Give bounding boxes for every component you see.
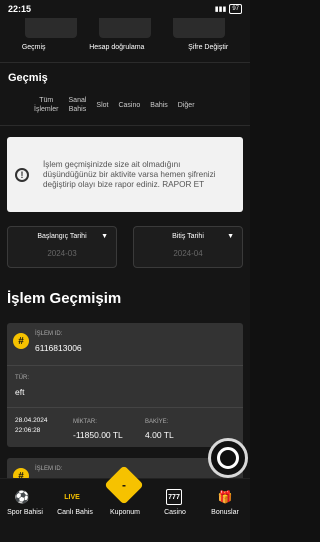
nav-casino[interactable]: Casino — [150, 509, 200, 516]
warning-icon: ! — [15, 167, 29, 182]
end-date-select[interactable]: Bitiş Tarihi ▼ 2024-04 — [133, 226, 243, 268]
transaction-date: 28.04.2024 — [15, 417, 48, 424]
account-top-nav: Geçmiş Hesap doğrulama Şifre Değiştir — [0, 18, 250, 58]
gift-icon: 🎁 — [217, 490, 233, 504]
verification-tile[interactable] — [99, 18, 151, 38]
chevron-down-icon: ▼ — [101, 233, 108, 240]
bottom-nav: ⚽ Spor Bahisi LIVE Canlı Bahis - Kuponum… — [0, 465, 250, 542]
page-heading: İşlem Geçmişim — [7, 290, 122, 307]
coupon-icon[interactable]: - — [104, 465, 144, 505]
notice-text[interactable]: İşlem geçmişinizde size ait olmadığını d… — [43, 160, 235, 190]
history-tile[interactable] — [25, 18, 77, 38]
transaction-type: eft — [15, 387, 25, 397]
id-label: İŞLEM ID: — [35, 466, 63, 472]
id-label: İŞLEM ID: — [35, 331, 63, 337]
history-tabs: Tüm İşlemler Sanal Bahis Slot Casino Bahis… — [0, 96, 250, 114]
transaction-id: 6116813006 — [35, 343, 82, 353]
nav-sports[interactable]: Spor Bahisi — [0, 509, 50, 516]
transaction-time: 22:06:28 — [15, 427, 41, 434]
divider — [0, 125, 250, 126]
signal-icon: ▮▮▮ — [214, 6, 227, 13]
security-notice: ! İşlem geçmişinizde size ait olmadığını… — [7, 137, 243, 212]
section-title: Geçmiş — [8, 72, 48, 84]
tab-other[interactable]: Diğer — [178, 101, 195, 114]
nav-history[interactable]: Geçmiş — [22, 44, 46, 51]
tab-all[interactable]: Tüm İşlemler — [34, 96, 59, 114]
transaction-amount: -11850.00 TL — [73, 430, 123, 440]
hash-icon: # — [13, 333, 29, 349]
battery-icon: 97 — [229, 4, 242, 14]
tab-virtual[interactable]: Sanal Bahis — [69, 96, 87, 114]
transaction-card: # İŞLEM ID: 6116813006 TÜR: eft 28.04.20… — [7, 323, 243, 447]
end-date-value: 2024-04 — [173, 249, 203, 258]
status-time: 22:15 — [8, 4, 32, 14]
status-icons: ▮▮▮ 97 — [215, 4, 242, 14]
start-date-value: 2024-03 — [47, 249, 77, 258]
divider — [0, 62, 250, 63]
tab-casino[interactable]: Casino — [118, 101, 140, 114]
slot-icon: 777 — [166, 489, 182, 505]
soccer-ball-icon: ⚽ — [14, 490, 30, 504]
tab-bet[interactable]: Bahis — [150, 101, 168, 114]
tab-slot[interactable]: Slot — [96, 101, 108, 114]
live-icon: LIVE — [64, 493, 80, 501]
live-support-button[interactable] — [208, 438, 248, 478]
password-tile[interactable] — [173, 18, 225, 38]
start-date-select[interactable]: Başlangıç Tarihi ▼ 2024-03 — [7, 226, 117, 268]
nav-coupon[interactable]: Kuponum — [100, 509, 150, 516]
nav-change-password[interactable]: Şifre Değiştir — [188, 44, 228, 51]
type-label: TÜR: — [15, 375, 29, 381]
balance-label: BAKİYE: — [145, 419, 169, 425]
start-date-label: Başlangıç Tarihi — [37, 233, 87, 240]
app-root: 22:15 ▮▮▮ 97 Geçmiş Hesap doğrulama Şifr… — [0, 0, 250, 542]
amount-label: MİKTAR: — [73, 419, 97, 425]
support-icon — [217, 447, 239, 469]
nav-live[interactable]: Canlı Bahis — [50, 509, 100, 516]
chevron-down-icon: ▼ — [227, 233, 234, 240]
nav-bonuses[interactable]: Bonuslar — [200, 509, 250, 516]
end-date-label: Bitiş Tarihi — [172, 233, 204, 240]
status-bar: 22:15 ▮▮▮ 97 — [0, 0, 250, 18]
transaction-balance: 4.00 TL — [145, 430, 174, 440]
nav-verification[interactable]: Hesap doğrulama — [89, 44, 144, 51]
